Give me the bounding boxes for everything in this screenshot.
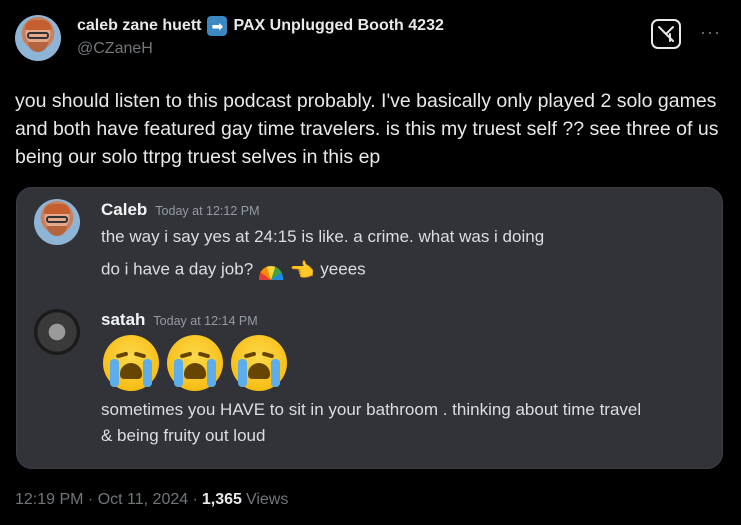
message-header: Caleb Today at 12:12 PM (101, 200, 260, 220)
more-options-icon[interactable]: ··· (700, 22, 721, 43)
pointing-hand-icon: 👈 (289, 260, 315, 282)
embedded-image[interactable]: Caleb Today at 12:12 PM the way i say ye… (16, 187, 723, 469)
right-arrow-icon: ➡ (207, 16, 228, 36)
message-line-text: do i have a day job? (101, 259, 254, 279)
loudly-crying-face-icon (165, 333, 225, 393)
satah-avatar (34, 309, 80, 355)
loudly-crying-face-icon (229, 333, 289, 393)
tweet-footer: 12:19 PM · Oct 11, 2024 · 1,365 Views (15, 491, 288, 509)
grok-icon[interactable] (651, 19, 681, 49)
emoji-row (101, 333, 289, 393)
tweet-timestamp[interactable]: 12:19 PM · Oct 11, 2024 · (15, 491, 198, 509)
author-name-row[interactable]: caleb zane huett ➡ PAX Unplugged Booth 4… (77, 14, 444, 38)
author-display-name[interactable]: caleb zane huett (77, 17, 201, 35)
message-author: satah (101, 310, 146, 329)
views-label: Views (245, 491, 289, 508)
tweet-text: you should listen to this podcast probab… (15, 90, 719, 168)
author-handle[interactable]: @CZaneH (77, 40, 444, 58)
message-line-with-emoji: do i have a day job? 👈 yeees (101, 258, 366, 282)
loudly-crying-face-icon (101, 333, 161, 393)
message-line: sometimes you HAVE to sit in your bathro… (101, 400, 642, 419)
views-count: 1,365 (201, 491, 242, 508)
author-avatar[interactable] (15, 15, 61, 61)
message-line: & being fruity out loud (101, 426, 266, 445)
message-author: Caleb (101, 200, 148, 219)
message-time: Today at 12:14 PM (153, 314, 258, 328)
tweet-header: caleb zane huett ➡ PAX Unplugged Booth 4… (77, 14, 444, 58)
message-time: Today at 12:12 PM (155, 204, 260, 218)
author-status: PAX Unplugged Booth 4232 (233, 17, 444, 34)
message-line: the way i say yes at 24:15 is like. a cr… (101, 227, 545, 246)
caleb-avatar (34, 199, 80, 245)
rainbow-icon (258, 266, 283, 280)
message-header: satah Today at 12:14 PM (101, 310, 258, 330)
message-line-text: yeees (320, 259, 366, 279)
